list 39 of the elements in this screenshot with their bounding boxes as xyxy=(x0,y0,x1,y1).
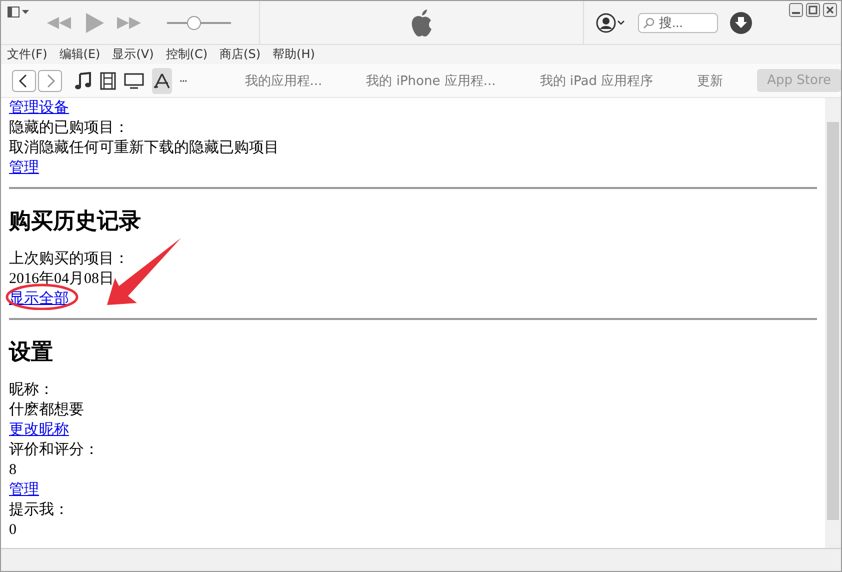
link[interactable]: 更改昵称 xyxy=(9,422,69,438)
menu-item[interactable]: 文件(F) xyxy=(7,46,48,63)
nav-tab[interactable]: 我的 iPhone 应用程... xyxy=(356,68,506,94)
menu-item[interactable]: 显示(V) xyxy=(112,46,154,63)
back-icon[interactable] xyxy=(12,70,36,92)
section-heading: 设置 xyxy=(9,338,54,366)
app-store-icon[interactable] xyxy=(152,68,172,94)
link[interactable]: 管理 xyxy=(9,160,39,176)
search-field[interactable]: 搜... xyxy=(638,12,718,32)
body-text: 昵称： xyxy=(9,381,55,400)
scrollbar[interactable] xyxy=(825,98,841,548)
body-text: 2016年04月08日 xyxy=(9,270,115,289)
account-icon[interactable] xyxy=(596,12,626,32)
body-text: 隐藏的已购项目： xyxy=(9,118,130,138)
volume-slider[interactable] xyxy=(167,16,231,30)
nav-tab[interactable]: 我的应用程... xyxy=(234,68,332,94)
body-text: 评价和评分： xyxy=(9,440,100,460)
body-text: 8 xyxy=(9,461,18,480)
menu-item[interactable]: 商店(S) xyxy=(220,46,261,63)
body-text: 提示我： xyxy=(9,500,70,520)
sidebar-toggle-icon[interactable] xyxy=(7,6,31,18)
minimize-icon[interactable] xyxy=(789,3,803,17)
body-text: 取消隐藏任何可重新下载的隐藏已购项目 xyxy=(9,138,280,158)
nav-tab[interactable]: 更新 xyxy=(687,68,734,94)
body-text: 0 xyxy=(9,521,18,540)
link[interactable]: 管理设备 xyxy=(9,100,69,116)
link[interactable]: 管理 xyxy=(9,482,39,498)
more-icon[interactable] xyxy=(180,78,187,84)
section-heading: 购买历史记录 xyxy=(9,207,142,235)
nav-tab[interactable]: 我的 iPad 应用程序 xyxy=(530,68,664,94)
menu-item[interactable]: 控制(C) xyxy=(166,46,208,63)
menu-item[interactable]: 编辑(E) xyxy=(59,46,100,63)
close-icon[interactable] xyxy=(823,3,837,17)
body-text: 上次购买的项目： xyxy=(9,250,130,269)
download-icon[interactable] xyxy=(730,12,752,34)
menu-item[interactable]: 帮助(H) xyxy=(272,46,315,63)
body-text: 什麽都想要 xyxy=(9,400,85,420)
search-icon xyxy=(643,16,655,28)
maximize-icon[interactable] xyxy=(806,3,820,17)
